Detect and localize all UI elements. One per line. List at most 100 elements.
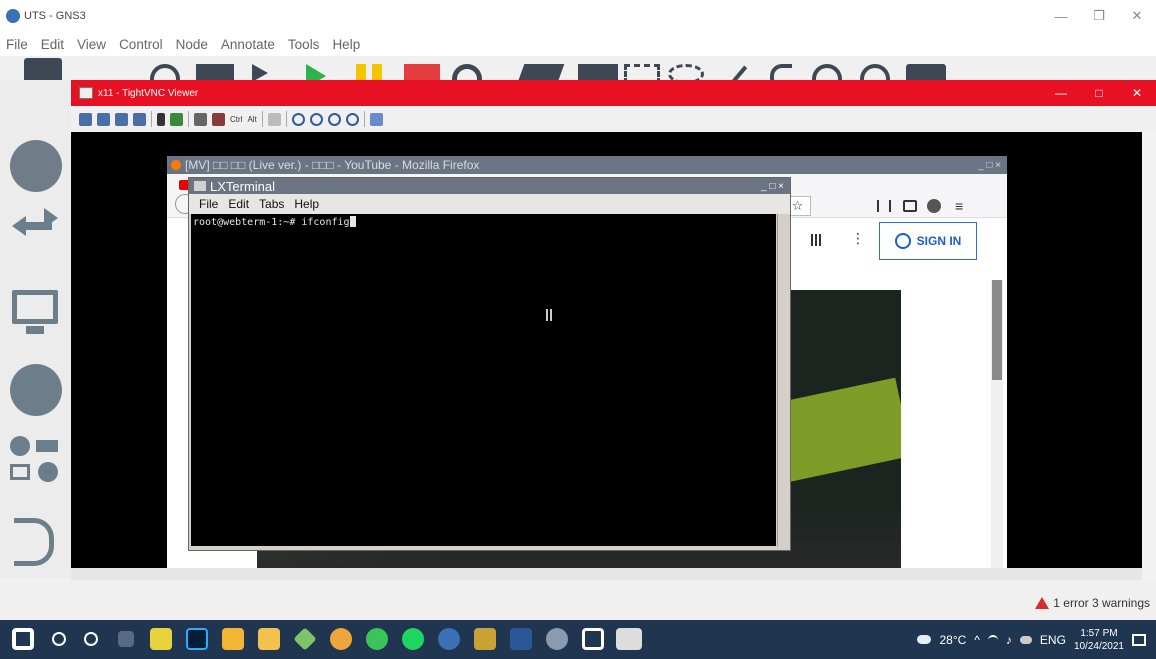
end-device-icon[interactable] — [12, 290, 58, 324]
vnc-close-icon[interactable]: ✕ — [1118, 80, 1156, 106]
open-project-icon[interactable] — [24, 58, 62, 80]
options-icon[interactable] — [115, 112, 128, 126]
console-icon[interactable] — [196, 64, 234, 80]
paint-icon[interactable] — [474, 628, 496, 650]
lock-icon[interactable] — [770, 64, 792, 80]
gns3-taskbar-icon[interactable] — [438, 628, 460, 650]
photoshop-icon[interactable] — [186, 628, 208, 650]
new-connection-icon[interactable] — [79, 112, 92, 126]
vnc-vertical-scrollbar[interactable] — [1142, 132, 1156, 580]
restore-icon[interactable]: ❐ — [1080, 0, 1118, 32]
vnc-horizontal-scrollbar[interactable] — [71, 568, 1142, 580]
sign-in-button[interactable]: SIGN IN — [879, 222, 977, 260]
git-icon[interactable] — [293, 627, 317, 651]
file-explorer-icon[interactable] — [258, 628, 280, 650]
terminal-scrollbar[interactable] — [777, 214, 789, 546]
win-key-icon[interactable] — [212, 112, 225, 126]
virtualbox-icon[interactable] — [582, 628, 604, 650]
network-tool-icon[interactable] — [546, 628, 568, 650]
zoom-out-icon[interactable] — [309, 112, 323, 126]
ctrl-alt-del-icon[interactable] — [194, 112, 207, 126]
lx-menu-tabs[interactable]: Tabs — [259, 197, 284, 211]
lxterminal-window-controls[interactable]: _ □ × — [761, 181, 784, 192]
start-all-icon[interactable] — [252, 64, 268, 80]
annotate-icon[interactable] — [515, 64, 565, 80]
hamburger-menu-icon[interactable]: ≡ — [955, 198, 963, 214]
library-icon[interactable] — [877, 200, 891, 212]
line-icon[interactable] — [728, 65, 748, 80]
terminal-output[interactable]: root@webterm-1:~# ifconfig — [191, 214, 776, 546]
firefox-window-controls[interactable]: _ □ × — [978, 160, 1001, 171]
zoom-fit-icon[interactable] — [345, 112, 359, 126]
rectangle-icon[interactable] — [624, 64, 660, 80]
screenshot-icon[interactable] — [906, 64, 946, 80]
fullscreen-icon[interactable] — [369, 112, 383, 126]
menu-node[interactable]: Node — [176, 37, 208, 52]
sublime-text-icon[interactable] — [150, 628, 172, 650]
chevron-up-icon[interactable]: ^ — [974, 633, 980, 647]
zoom-100-icon[interactable] — [327, 112, 341, 126]
task-view-icon[interactable] — [118, 631, 134, 647]
page-scrollbar[interactable] — [991, 280, 1003, 642]
chrome-icon[interactable] — [330, 628, 352, 650]
lx-menu-file[interactable]: File — [199, 197, 218, 211]
notifications-icon[interactable] — [1132, 633, 1146, 646]
whatsapp-icon[interactable] — [366, 628, 388, 650]
zoom-in-icon[interactable] — [812, 64, 842, 80]
vnc-minimize-icon[interactable]: — — [1042, 80, 1080, 106]
minimize-icon[interactable]: — — [1042, 0, 1080, 32]
menu-control[interactable]: Control — [119, 37, 163, 52]
all-devices-icon[interactable] — [10, 436, 60, 486]
clock[interactable]: 1:57 PM 10/24/2021 — [1074, 627, 1124, 653]
ellipse-icon[interactable] — [668, 64, 704, 80]
wifi-icon[interactable] — [987, 634, 998, 645]
security-device-icon[interactable] — [10, 364, 62, 416]
word-icon[interactable] — [510, 628, 532, 650]
language-indicator[interactable]: ENG — [1040, 633, 1066, 647]
more-options-icon[interactable]: ⋮ — [851, 230, 865, 247]
vnc-maximize-icon[interactable]: □ — [1080, 80, 1118, 106]
apps-grid-icon[interactable] — [811, 234, 823, 246]
account-icon[interactable] — [927, 199, 941, 213]
menu-file[interactable]: File — [6, 37, 28, 52]
menu-tools[interactable]: Tools — [288, 37, 320, 52]
refresh-screen-icon[interactable] — [170, 112, 183, 126]
menu-edit[interactable]: Edit — [41, 37, 64, 52]
menu-help[interactable]: Help — [332, 37, 360, 52]
close-icon[interactable]: ✕ — [1118, 0, 1156, 32]
reload-icon[interactable] — [452, 64, 482, 80]
router-icon[interactable] — [10, 140, 62, 192]
connection-info-icon[interactable] — [133, 112, 146, 126]
cortana-icon[interactable] — [84, 632, 98, 646]
image-icon[interactable] — [578, 64, 618, 80]
snapshot-icon[interactable] — [150, 64, 180, 80]
menu-view[interactable]: View — [77, 37, 106, 52]
zoom-out-icon[interactable] — [860, 64, 890, 80]
alt-key-toggle[interactable]: Alt — [247, 115, 256, 124]
cloud-sync-icon[interactable] — [1019, 635, 1032, 644]
pause-update-icon[interactable] — [157, 112, 165, 126]
lx-menu-help[interactable]: Help — [294, 197, 319, 211]
windows-start-icon[interactable] — [12, 628, 34, 650]
ctrl-key-toggle[interactable]: Ctrl — [230, 115, 242, 124]
volume-icon[interactable]: ♪ — [1006, 633, 1012, 647]
store-icon[interactable] — [222, 628, 244, 650]
add-link-icon[interactable] — [14, 518, 54, 566]
zoom-in-icon[interactable] — [291, 112, 305, 126]
menu-annotate[interactable]: Annotate — [221, 37, 275, 52]
search-icon[interactable] — [52, 632, 66, 646]
pause-icon[interactable] — [356, 64, 366, 80]
spotify-icon[interactable] — [402, 628, 424, 650]
stop-icon[interactable] — [404, 64, 440, 80]
error-warning-status[interactable]: 1 error 3 warnings — [1035, 596, 1150, 610]
gns3-device-panel — [0, 80, 72, 580]
firefox-window-title: [MV] □□ □□ (Live ver.) - □□□ - YouTube -… — [185, 158, 480, 172]
sidebar-icon[interactable] — [903, 200, 917, 212]
play-icon[interactable] — [306, 64, 326, 80]
switch-icon[interactable] — [12, 208, 58, 250]
transfer-files-icon[interactable] — [267, 112, 281, 126]
save-session-icon[interactable] — [97, 112, 110, 126]
tightvnc-taskbar-icon[interactable] — [616, 628, 642, 650]
lx-menu-edit[interactable]: Edit — [228, 197, 249, 211]
weather-temp[interactable]: 28°C — [939, 633, 966, 647]
